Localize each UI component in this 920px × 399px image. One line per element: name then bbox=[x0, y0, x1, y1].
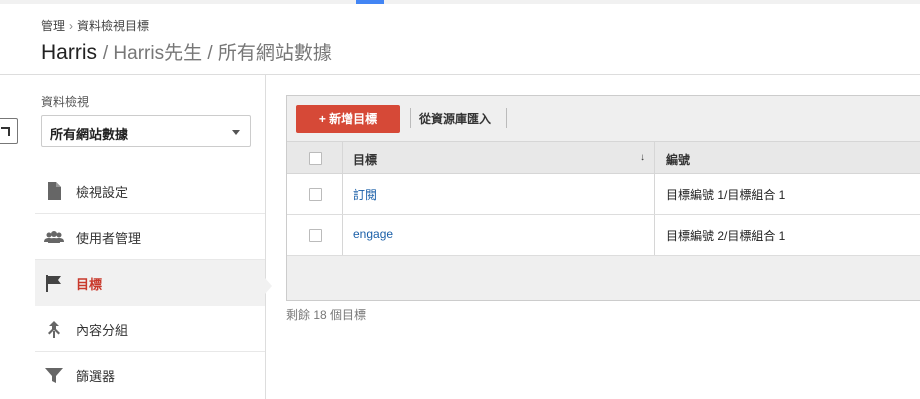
toolbar-divider bbox=[410, 108, 411, 128]
remaining-goals-text: 剩餘 18 個目標 bbox=[286, 308, 367, 322]
goal-number: 目標編號 1/目標組合 1 bbox=[666, 188, 786, 202]
column-separator bbox=[654, 174, 655, 214]
sidebar-item-label: 使用者管理 bbox=[76, 231, 142, 246]
page-title: Harris / Harris先生 / 所有網站數據 bbox=[41, 38, 332, 65]
sidebar-item-content-grouping[interactable]: 內容分組 bbox=[35, 306, 265, 352]
column-separator bbox=[654, 142, 655, 173]
sidebar-item-label: 檢視設定 bbox=[76, 185, 129, 200]
breadcrumb: 管理 › 資料檢視目標 bbox=[41, 17, 149, 34]
view-select[interactable]: 所有網站數據 bbox=[41, 115, 251, 147]
top-bar bbox=[0, 0, 920, 4]
flag-icon bbox=[46, 275, 61, 292]
column-separator bbox=[654, 215, 655, 255]
table-row: 訂閱 目標編號 1/目標組合 1 bbox=[287, 174, 920, 215]
view-select-value: 所有網站數據 bbox=[50, 127, 129, 142]
column-separator bbox=[342, 215, 343, 255]
table-header: 目標 ↓ 編號 bbox=[287, 141, 920, 174]
sidebar-item-goals[interactable]: 目標 bbox=[35, 260, 265, 306]
sidebar-item-filters[interactable]: 篩選器 bbox=[35, 352, 265, 398]
breadcrumb-section: 資料檢視目標 bbox=[77, 19, 150, 33]
goal-column-header[interactable]: 目標 bbox=[353, 151, 377, 168]
sidebar-divider bbox=[265, 75, 266, 399]
sidebar-item-label: 內容分組 bbox=[76, 323, 129, 338]
goal-number: 目標編號 2/目標組合 1 bbox=[666, 229, 786, 243]
breadcrumb-separator: › bbox=[69, 19, 74, 33]
title-path: / Harris先生 / 所有網站數據 bbox=[102, 43, 332, 64]
top-bar-accent bbox=[356, 0, 384, 4]
row-checkbox[interactable] bbox=[309, 188, 322, 201]
collapse-nav-button[interactable] bbox=[0, 118, 18, 144]
document-icon bbox=[48, 182, 61, 200]
filter-icon bbox=[45, 368, 63, 383]
content-grouping-icon bbox=[48, 321, 60, 338]
sidebar-item-label: 篩選器 bbox=[76, 369, 116, 384]
toolbar-divider bbox=[506, 108, 507, 128]
new-goal-button[interactable]: + 新增目標 bbox=[296, 105, 400, 133]
breadcrumb-admin-link[interactable]: 管理 bbox=[41, 19, 65, 33]
column-separator bbox=[342, 174, 343, 214]
column-separator bbox=[342, 142, 343, 173]
chevron-down-icon bbox=[232, 130, 240, 135]
goal-name-link[interactable]: 訂閱 bbox=[353, 186, 377, 203]
active-pointer bbox=[265, 278, 272, 294]
sidebar-item-label: 目標 bbox=[76, 277, 103, 292]
number-column-header[interactable]: 編號 bbox=[666, 151, 690, 168]
select-all-checkbox[interactable] bbox=[309, 152, 322, 165]
users-icon bbox=[44, 231, 64, 243]
sidebar-item-user-management[interactable]: 使用者管理 bbox=[35, 214, 265, 260]
import-from-gallery-link[interactable]: 從資源庫匯入 bbox=[419, 110, 491, 127]
goal-name-link[interactable]: engage bbox=[353, 227, 393, 241]
sidebar: 資料檢視 所有網站數據 檢視設定 使用者管理 目標 內容分組 篩選器 bbox=[35, 75, 265, 399]
table-row: engage 目標編號 2/目標組合 1 bbox=[287, 215, 920, 256]
sort-arrow-icon[interactable]: ↓ bbox=[640, 152, 645, 163]
sidebar-item-view-settings[interactable]: 檢視設定 bbox=[35, 168, 265, 214]
row-checkbox[interactable] bbox=[309, 229, 322, 242]
goals-panel: + 新增目標 從資源庫匯入 目標 ↓ 編號 訂閱 目標編號 1/目標組合 1 e… bbox=[286, 95, 920, 301]
account-name: Harris bbox=[41, 41, 97, 64]
view-label: 資料檢視 bbox=[41, 95, 90, 109]
